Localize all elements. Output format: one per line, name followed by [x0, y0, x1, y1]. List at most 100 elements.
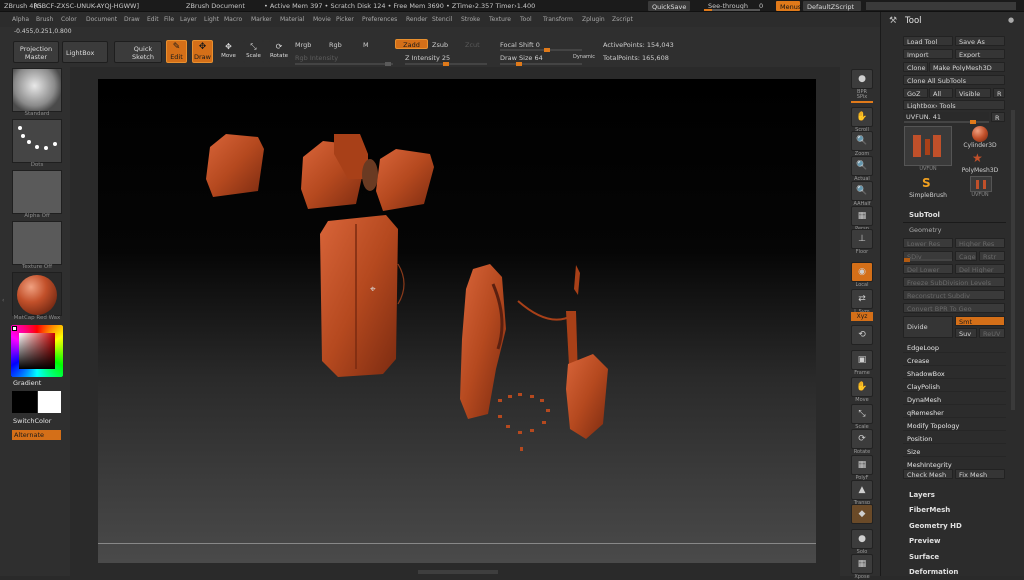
- simplebrush-icon[interactable]: S: [922, 176, 931, 190]
- actual-button[interactable]: 🔍: [851, 156, 873, 176]
- menu-texture[interactable]: Texture: [489, 16, 511, 23]
- menu-movie[interactable]: Movie: [313, 16, 331, 23]
- simplebrush-label[interactable]: SimpleBrush: [904, 193, 952, 199]
- qremesher-section[interactable]: qRemesher: [903, 406, 1006, 418]
- document-canvas[interactable]: ⌖: [98, 79, 816, 563]
- menu-brush[interactable]: Brush: [36, 16, 53, 23]
- zoom-button[interactable]: 🔍: [851, 131, 873, 151]
- menu-preferences[interactable]: Preferences: [362, 16, 397, 23]
- model-viewport[interactable]: ⌖: [98, 79, 816, 563]
- switchcolor-button[interactable]: SwitchColor: [13, 417, 51, 425]
- draw-button[interactable]: ✥ Draw: [192, 40, 213, 63]
- move-button[interactable]: ✥ Move: [218, 40, 239, 63]
- sdiv-track[interactable]: [904, 258, 952, 262]
- menu-color[interactable]: Color: [61, 16, 77, 23]
- cage-button[interactable]: Cage: [955, 251, 977, 261]
- menu-file[interactable]: File: [164, 16, 174, 23]
- quicksave-button[interactable]: QuickSave: [648, 1, 690, 11]
- menu-material[interactable]: Material: [280, 16, 304, 23]
- tool-button[interactable]: ⟲: [851, 325, 873, 345]
- fix-mesh-button[interactable]: Fix Mesh: [955, 469, 1005, 479]
- rotate-button[interactable]: ⟳: [851, 429, 873, 449]
- mrgb-button[interactable]: Mrgb: [295, 41, 311, 49]
- lower-res-button[interactable]: Lower Res: [903, 238, 953, 248]
- dynamic-toggle[interactable]: Dynamic: [573, 54, 595, 60]
- menu-transform[interactable]: Transform: [543, 16, 573, 23]
- main-color-swatch[interactable]: [12, 391, 37, 413]
- floor-button[interactable]: ⊥: [851, 229, 873, 249]
- subtool-section[interactable]: SubTool: [909, 211, 940, 219]
- claypolish-section[interactable]: ClayPolish: [903, 380, 1006, 392]
- edit-button[interactable]: ✎ Edit: [166, 40, 187, 63]
- clone-all-subtools-button[interactable]: Clone All SubTools: [903, 75, 1005, 85]
- zcut-button[interactable]: Zcut: [465, 41, 480, 49]
- material-thumbnail[interactable]: [12, 272, 62, 316]
- convert-bpr-button[interactable]: Convert BPR To Geo: [903, 303, 1005, 313]
- goz-button[interactable]: GoZ: [903, 88, 928, 98]
- solo-button[interactable]: ●: [851, 529, 873, 549]
- menu-tool[interactable]: Tool: [520, 16, 532, 23]
- scale-button[interactable]: ⤡ Scale: [243, 40, 264, 63]
- suv-toggle[interactable]: Suv: [955, 328, 977, 338]
- palette-close-icon[interactable]: ●: [1008, 16, 1014, 24]
- fibermesh-section[interactable]: FiberMesh: [909, 506, 950, 514]
- crease-section[interactable]: Crease: [903, 354, 1006, 366]
- current-tool-thumbnail[interactable]: [904, 126, 952, 166]
- menu-edit[interactable]: Edit: [147, 16, 159, 23]
- preview-section[interactable]: Preview: [909, 537, 941, 545]
- shadowbox-section[interactable]: ShadowBox: [903, 367, 1006, 379]
- polymesh-label[interactable]: PolyMesh3D: [957, 168, 1003, 174]
- left-collapse-arrow[interactable]: ‹: [2, 297, 4, 304]
- rstr-button[interactable]: Rstr: [979, 251, 1005, 261]
- aahalf-button[interactable]: 🔍: [851, 181, 873, 201]
- clone-button[interactable]: Clone: [903, 62, 928, 72]
- scroll-button[interactable]: ✋: [851, 107, 873, 127]
- stroke-thumbnail[interactable]: [12, 119, 62, 163]
- dynamesh-section[interactable]: DynaMesh: [903, 393, 1006, 405]
- menu-picker[interactable]: Picker: [336, 16, 354, 23]
- rgb-intensity-track[interactable]: [295, 62, 393, 66]
- saturation-square[interactable]: [19, 333, 55, 369]
- palette-scrollbar[interactable]: [1011, 110, 1015, 410]
- lightbox-button[interactable]: LightBox: [62, 41, 108, 63]
- focal-shift-slider[interactable]: Focal Shift 0: [500, 41, 540, 49]
- quick-sketch-button[interactable]: Quick Sketch: [114, 41, 162, 63]
- brush-thumbnail[interactable]: [12, 68, 62, 112]
- mesh-machine-right[interactable]: [566, 354, 608, 439]
- menu-stencil[interactable]: Stencil: [432, 16, 452, 23]
- lsym-button[interactable]: ⇄: [851, 289, 873, 309]
- menu-document[interactable]: Document: [86, 16, 117, 23]
- focal-shift-track[interactable]: [500, 48, 582, 52]
- menu-render[interactable]: Render: [406, 16, 427, 23]
- bottom-scroll-handle[interactable]: [418, 570, 498, 574]
- reuv-button[interactable]: ReUV: [979, 328, 1005, 338]
- geometry-hd-section[interactable]: Geometry HD: [909, 522, 962, 530]
- frame-button[interactable]: ▣: [851, 350, 873, 370]
- polymesh-star-icon[interactable]: ★: [972, 151, 983, 165]
- load-tool-button[interactable]: Load Tool: [903, 36, 953, 46]
- menu-light[interactable]: Light: [204, 16, 219, 23]
- save-as-button[interactable]: Save As: [955, 36, 1005, 46]
- reconstruct-subdiv-button[interactable]: Reconstruct Subdiv: [903, 290, 1005, 300]
- menu-stroke[interactable]: Stroke: [461, 16, 480, 23]
- del-lower-button[interactable]: Del Lower: [903, 264, 953, 274]
- mesh-joint[interactable]: [362, 159, 378, 191]
- mesh-tall-panel[interactable]: [320, 215, 398, 377]
- menu-zscript[interactable]: Zscript: [612, 16, 633, 23]
- window-controls[interactable]: [866, 2, 1016, 10]
- zsub-button[interactable]: Zsub: [432, 41, 448, 49]
- persp-button[interactable]: ▦: [851, 206, 873, 226]
- draw-size-slider[interactable]: Draw Size 64: [500, 54, 543, 62]
- layers-section[interactable]: Layers: [909, 491, 935, 499]
- surface-section[interactable]: Surface: [909, 553, 939, 561]
- make-polymesh-button[interactable]: Make PolyMesh3D: [929, 62, 1005, 72]
- import-button[interactable]: Import: [903, 49, 953, 59]
- mesh-ring-pieces[interactable]: [498, 393, 550, 451]
- draw-size-track[interactable]: [500, 62, 582, 66]
- alpha-thumbnail[interactable]: [12, 170, 62, 214]
- goz-r-button[interactable]: R: [993, 88, 1005, 98]
- export-button[interactable]: Export: [955, 49, 1005, 59]
- check-mesh-button[interactable]: Check Mesh: [903, 469, 953, 479]
- see-through-slider[interactable]: [704, 9, 760, 11]
- zadd-button[interactable]: Zadd: [395, 39, 428, 49]
